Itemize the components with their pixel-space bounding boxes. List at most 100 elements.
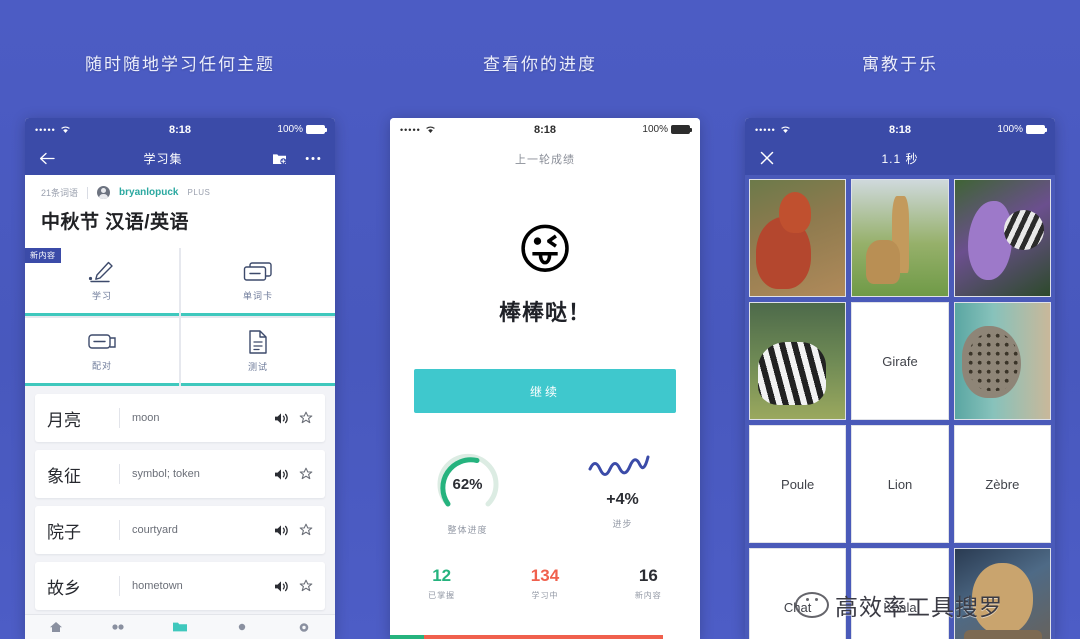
settings-icon	[299, 622, 309, 632]
heading-learn-with-fun: 寓教于乐	[862, 55, 938, 74]
cards-icon	[243, 261, 272, 281]
progress-percent: 62%	[452, 475, 483, 493]
add-folder-button[interactable]	[268, 152, 290, 165]
audio-button[interactable]	[274, 524, 289, 537]
table-row[interactable]: 象征 symbol; token	[35, 450, 325, 498]
star-button[interactable]	[299, 411, 313, 425]
counter-number: 12	[432, 566, 452, 585]
match-tile-zebras[interactable]	[749, 302, 847, 420]
match-tile-poule[interactable]: Poule	[749, 425, 847, 543]
star-button[interactable]	[299, 579, 313, 593]
status-time: 8:18	[168, 123, 192, 136]
term-english: hometown	[132, 580, 183, 592]
tab-home[interactable]	[25, 621, 87, 633]
match-tile-zebre[interactable]: Zèbre	[953, 425, 1051, 543]
audio-button[interactable]	[274, 412, 289, 425]
battery-percent: 100%	[277, 124, 303, 135]
table-row[interactable]: 故乡 hometown	[35, 562, 325, 610]
match-tile-chickens[interactable]	[749, 179, 847, 297]
avatar	[97, 186, 111, 199]
results-body: 上一轮成绩 😜 棒棒哒！ 继续 62% 整体进度 +4% 进步 12 已掌握 1…	[390, 141, 700, 639]
star-icon	[299, 579, 313, 592]
match-tile-cheetah[interactable]	[953, 302, 1051, 420]
term-divider	[119, 464, 120, 484]
match-tile-lion[interactable]: Lion	[851, 425, 949, 543]
author-username[interactable]: bryanlopuck	[119, 187, 178, 198]
term-chinese: 院子	[47, 522, 81, 542]
star-icon	[299, 523, 313, 536]
progress-segment-new	[662, 635, 700, 639]
speaker-icon	[275, 412, 288, 424]
continue-button[interactable]: 继续	[414, 369, 676, 413]
sparkline-icon	[588, 455, 649, 476]
star-icon	[299, 411, 313, 424]
plus-badge: PLUS	[187, 188, 211, 197]
signal-dots-icon: •••••	[755, 124, 776, 135]
counter-new: 16 新内容	[597, 566, 700, 601]
wifi-icon	[61, 126, 70, 133]
table-row[interactable]: 月亮 moon	[35, 394, 325, 442]
home-icon	[50, 622, 62, 632]
battery-percent: 100%	[642, 124, 668, 135]
tile-label: Zèbre	[985, 476, 1020, 492]
folder-icon	[173, 622, 187, 632]
tab-search[interactable]	[87, 622, 149, 632]
celebration-block: 😜 棒棒哒！	[390, 223, 700, 327]
tile-label: Lion	[887, 476, 913, 492]
heading-track-progress: 查看你的进度	[483, 55, 597, 74]
counter-label: 已掌握	[428, 591, 456, 600]
heading-learn-anywhere: 随时随地学习任何主题	[85, 55, 275, 74]
match-tile-bee[interactable]	[953, 179, 1051, 297]
table-row[interactable]: 院子 courtyard	[35, 506, 325, 554]
star-icon	[299, 467, 313, 480]
match-tile-girafe[interactable]: Girafe	[851, 302, 949, 420]
metrics-row: 62% 整体进度 +4% 进步	[390, 453, 700, 536]
match-tile-chat[interactable]: Chat	[749, 548, 847, 639]
match-tile-lion-photo[interactable]	[953, 548, 1051, 639]
match-tile-giraffes[interactable]	[851, 179, 949, 297]
study-mode-learn[interactable]: 新内容 学习	[25, 248, 179, 316]
study-mode-test[interactable]: 测试	[181, 318, 335, 386]
study-mode-flashcards[interactable]: 单词卡	[181, 248, 335, 316]
winking-face-tongue-icon: 😜	[516, 220, 574, 280]
tile-label: Chat	[783, 599, 812, 615]
results-header: 上一轮成绩	[515, 154, 575, 166]
tile-label: Poule	[781, 476, 815, 492]
phone-study-set: ••••• 8:18 100% 学习集 21条词语 bryanlopuck PL…	[25, 118, 335, 639]
close-button[interactable]	[756, 151, 778, 165]
navbar-actions	[268, 152, 324, 165]
term-chinese: 月亮	[47, 410, 81, 430]
star-button[interactable]	[299, 467, 313, 481]
tab-profile[interactable]	[211, 621, 273, 633]
study-mode-match[interactable]: 配对	[25, 318, 179, 386]
counter-number: 134	[530, 566, 560, 585]
study-mode-learn-label: 学习	[91, 290, 112, 301]
audio-button[interactable]	[274, 468, 289, 481]
progress-segment-mastered	[390, 635, 425, 639]
navbar: 学习集	[25, 141, 335, 175]
status-time: 8:18	[533, 123, 557, 136]
navbar-title: 学习集	[143, 151, 183, 166]
audio-button[interactable]	[274, 580, 289, 593]
star-button[interactable]	[299, 523, 313, 537]
praise-text: 棒棒哒！	[498, 300, 591, 325]
tab-settings[interactable]	[273, 621, 335, 634]
match-tile-koala[interactable]: Koala	[851, 548, 949, 639]
counter-mastered: 12 已掌握	[390, 566, 493, 601]
tab-folders[interactable]	[149, 621, 211, 633]
document-icon	[249, 329, 267, 354]
more-horizontal-icon	[305, 156, 321, 160]
tile-label: Girafe	[882, 353, 918, 369]
lion-photo	[954, 549, 1050, 639]
term-english: symbol; token	[132, 468, 200, 480]
term-chinese: 故乡	[47, 578, 81, 598]
status-bar-left: •••••	[755, 125, 889, 135]
battery-percent: 100%	[997, 124, 1023, 135]
study-mode-test-label: 测试	[247, 361, 268, 372]
metric-label: 进步	[612, 519, 633, 529]
back-button[interactable]	[36, 152, 58, 165]
progress-segment-learning	[424, 635, 663, 639]
more-button[interactable]	[302, 156, 324, 161]
status-bar: ••••• 8:18 100%	[25, 118, 335, 141]
promo-screenshot: 随时随地学习任何主题 查看你的进度 寓教于乐 ••••• 8:18 100% 学…	[0, 0, 1080, 639]
